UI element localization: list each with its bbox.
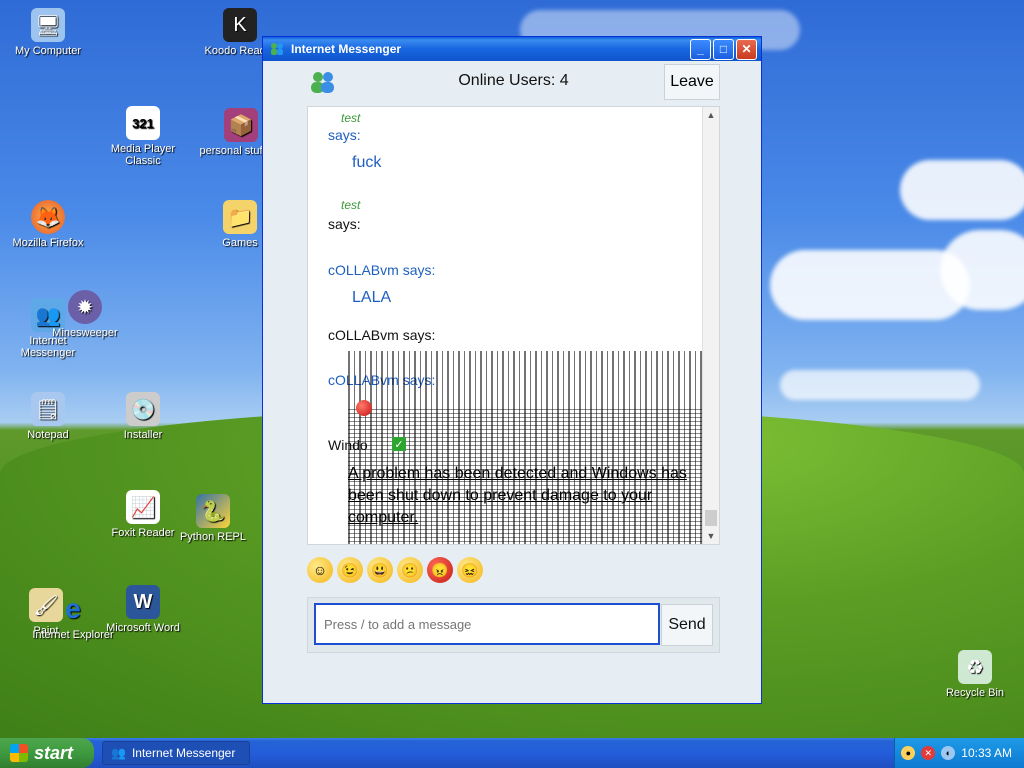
- clock: 10:33 AM: [961, 746, 1012, 760]
- scroll-down-icon[interactable]: ▼: [703, 528, 719, 544]
- scroll-up-icon[interactable]: ▲: [703, 107, 719, 123]
- angry-emoji-button[interactable]: 😠: [427, 557, 453, 583]
- messenger-title-icon: [269, 41, 285, 57]
- media-player-icon: 321: [126, 106, 160, 140]
- messenger-task-icon: 👥: [111, 746, 126, 760]
- firefox-icon: 🦊: [31, 200, 65, 234]
- minimize-button[interactable]: _: [690, 38, 711, 60]
- leave-button[interactable]: Leave: [664, 64, 720, 100]
- installer-icon: 💿: [126, 392, 160, 426]
- minesweeper-icon: ✹: [68, 290, 102, 324]
- desktop-icon-recycle-bin[interactable]: ♻ Recycle Bin: [930, 650, 1020, 699]
- red-ball-icon: [356, 400, 372, 416]
- notepad-icon: 🗒: [31, 392, 65, 426]
- message-says: says:: [328, 127, 361, 143]
- window-titlebar[interactable]: Internet Messenger _ □ ✕: [263, 37, 761, 61]
- online-users-count: Online Users: 4: [458, 72, 569, 89]
- message-sender: test: [341, 198, 361, 212]
- glitched-error-text: A problem has been detected and Windows …: [348, 465, 687, 526]
- message-body: fuck: [352, 154, 382, 171]
- folder-icon: 📁: [223, 200, 257, 234]
- system-tray: ● ✕ ◐ 10:33 AM: [894, 738, 1024, 768]
- word-icon: W: [126, 585, 160, 619]
- foxit-reader-icon: 📈: [126, 490, 160, 524]
- start-button[interactable]: start: [0, 738, 94, 768]
- scroll-thumb[interactable]: [705, 510, 717, 526]
- message-says: cOLLABvm says:: [328, 262, 436, 278]
- desktop-icon-my-computer[interactable]: 🖥 My Computer: [3, 8, 93, 57]
- sick-emoji-button[interactable]: 😖: [457, 557, 483, 583]
- desktop-icon-notepad[interactable]: 🗒 Notepad: [3, 392, 93, 441]
- close-button[interactable]: ✕: [736, 38, 757, 60]
- messenger-window: Internet Messenger _ □ ✕ Online Users: 4…: [262, 36, 762, 704]
- desktop-icon-minesweeper[interactable]: ✹ Minesweeper: [40, 290, 130, 339]
- tray-security-icon[interactable]: ✕: [921, 746, 936, 760]
- desktop-icon-microsoft-word[interactable]: W Microsoft Word: [98, 585, 188, 634]
- chat-log[interactable]: test says: fuck test says: cOLLABvm says…: [307, 106, 720, 545]
- smile-emoji-button[interactable]: ☺: [307, 557, 333, 583]
- green-check-icon: ✓: [392, 437, 406, 451]
- wink-emoji-button[interactable]: 😉: [337, 557, 363, 583]
- desktop-icon-firefox[interactable]: 🦊 Mozilla Firefox: [3, 200, 93, 249]
- message-says: cOLLABvm says:: [328, 327, 436, 343]
- message-body: LALA: [352, 289, 392, 306]
- desktop-icon-media-player-classic[interactable]: 321 Media Player Classic: [98, 106, 188, 167]
- chat-scrollbar[interactable]: ▲ ▼: [702, 107, 719, 544]
- grin-emoji-button[interactable]: 😃: [367, 557, 393, 583]
- window-title: Internet Messenger: [291, 42, 402, 56]
- windows-logo-icon: [10, 744, 28, 762]
- koodo-reader-icon: K: [223, 8, 257, 42]
- maximize-button[interactable]: □: [713, 38, 734, 60]
- chat-header: Online Users: 4 Leave: [307, 61, 720, 101]
- message-compose: Send: [307, 597, 720, 653]
- tray-volume-icon[interactable]: ◐: [941, 746, 956, 760]
- internet-explorer-icon: e: [65, 593, 81, 624]
- tray-network-icon[interactable]: ●: [901, 746, 916, 760]
- python-icon: 🐍: [196, 494, 230, 528]
- desktop-icon-python-repl[interactable]: 🐍 Python REPL: [168, 494, 258, 543]
- glitch-prefix-text: Windo: [328, 437, 368, 453]
- desktop-icon-installer[interactable]: 💿 Installer: [98, 392, 188, 441]
- archive-icon: 📦: [224, 108, 258, 142]
- emoji-bar: ☺ 😉 😃 😕 😠 😖: [307, 553, 483, 587]
- taskbar: start 👥 Internet Messenger ● ✕ ◐ 10:33 A…: [0, 738, 1024, 768]
- users-icon: [309, 69, 337, 100]
- computer-icon: 🖥: [31, 8, 65, 42]
- send-button[interactable]: Send: [661, 604, 713, 646]
- message-input[interactable]: [314, 603, 660, 645]
- taskbar-item-internet-messenger[interactable]: 👥 Internet Messenger: [102, 741, 250, 765]
- confused-emoji-button[interactable]: 😕: [397, 557, 423, 583]
- message-says: says:: [328, 216, 361, 232]
- message-sender: test: [341, 111, 361, 125]
- recycle-bin-icon: ♻: [958, 650, 992, 684]
